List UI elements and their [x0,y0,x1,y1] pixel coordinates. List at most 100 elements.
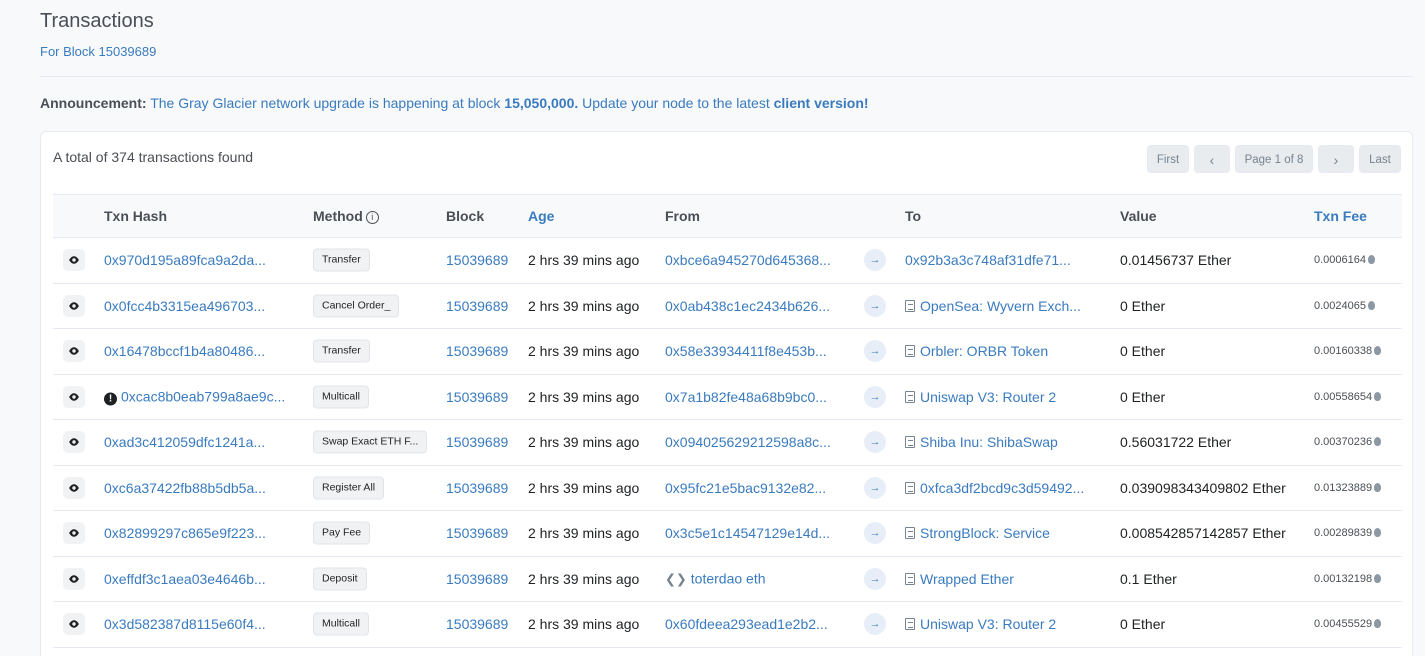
eye-icon[interactable] [63,340,85,363]
from-cell: 0x3c5e1c14547129e14d... [665,525,830,541]
from-address[interactable]: toterdao eth [691,570,766,586]
txn-hash-link[interactable]: 0x16478bccf1b4a80486... [104,343,265,359]
table-row: 0xeffdf3c1aea03e4646b... Deposit 15039689 2… [53,557,1402,602]
gas-drop-icon[interactable] [1374,573,1382,583]
first-page-button[interactable]: First [1147,145,1189,173]
to-address[interactable]: Uniswap V3: Router 2 [920,616,1056,632]
gas-drop-icon[interactable] [1368,255,1375,265]
age-text: 2 hrs 39 mins ago [528,479,640,496]
gas-drop-icon[interactable] [1374,482,1382,492]
gas-drop-icon[interactable] [1374,437,1382,447]
to-address[interactable]: Wrapped Ether [920,571,1014,587]
gas-drop-icon[interactable] [1374,619,1382,629]
block-link[interactable]: 15039689 [446,252,508,268]
txn-hash-cell: 0xc6a37422fb88b5db5a... [104,480,266,496]
client-version-link[interactable]: client version! [774,95,869,111]
page-subtitle[interactable]: For Block 15039689 [40,44,156,60]
txn-fee-text: 0.00160338 [1314,345,1373,358]
value-text: 0.56031722 Ether [1120,434,1232,451]
txn-hash-cell: 0xad3c412059dfc1241a... [104,434,265,450]
eye-icon[interactable] [63,522,85,545]
col-txn-fee[interactable]: Txn Fee [1314,208,1367,224]
block-link[interactable]: 15039689 [446,343,508,359]
to-address[interactable]: Shiba Inu: ShibaSwap [920,434,1058,450]
value-text: 0 Ether [1120,616,1166,633]
to-cell: Wrapped Ether [905,571,1014,587]
method-badge: Pay Fee [313,521,371,545]
to-cell: OpenSea: Wyvern Exch... [905,298,1081,314]
from-cell: ❮❯ toterdao eth [665,570,766,587]
to-address[interactable]: Uniswap V3: Router 2 [920,389,1056,405]
block-link[interactable]: 15039689 [446,298,508,314]
eye-icon[interactable] [63,567,85,590]
txn-hash-link[interactable]: 0x3d582387d8115e60f4... [104,616,266,632]
eye-icon[interactable] [63,476,85,499]
table-row: 0xc6a37422fb88b5db5a... Register All 15039… [53,466,1402,511]
gas-drop-icon[interactable] [1368,300,1375,310]
txn-fee-cell: 0.00370236 [1314,436,1382,448]
txn-fee-cell: 0.0024065 [1314,300,1375,312]
gas-drop-icon[interactable] [1374,528,1382,538]
age-text: 2 hrs 39 mins ago [528,616,640,633]
value-text: 0 Ether [1120,343,1166,360]
block-link[interactable]: 15039689 [446,616,508,632]
announcement-block: 15,050,000. [504,95,579,111]
method-badge: Multicall [313,385,369,409]
txn-hash-link[interactable]: 0xcac8b0eab799a8ae9c... [121,388,285,404]
eye-icon[interactable] [63,431,85,454]
from-address[interactable]: 0x0ab438c1ec2434b626... [665,298,830,314]
age-text: 2 hrs 39 mins ago [528,388,640,405]
to-address[interactable]: 0x92b3a3c748af31dfe71... [905,252,1071,268]
prev-page-button[interactable]: ‹ [1194,145,1230,173]
eye-icon[interactable] [63,385,85,408]
from-address[interactable]: 0x094025629212598a8c... [665,434,831,450]
txn-fee-text: 0.00132198 [1314,572,1373,585]
from-address[interactable]: 0x7a1b82fe48a68b9bc0... [665,389,827,405]
age-text: 2 hrs 39 mins ago [528,343,640,360]
txn-hash-link[interactable]: 0x0fcc4b3315ea496703... [104,298,265,314]
txn-hash-link[interactable]: 0xad3c412059dfc1241a... [104,434,265,450]
col-from: From [665,208,700,224]
gas-drop-icon[interactable] [1374,391,1382,401]
eye-icon[interactable] [63,249,85,272]
to-address[interactable]: OpenSea: Wyvern Exch... [920,298,1081,314]
block-link[interactable]: 15039689 [446,571,508,587]
col-to: To [905,208,922,224]
arrow-right-icon: → [864,613,886,636]
from-cell: 0x60fdeea293ead1e2b2... [665,616,828,632]
to-address[interactable]: 0xfca3df2bcd9c3d59492... [920,480,1084,496]
txn-fee-cell: 0.00132198 [1314,572,1382,585]
page-header: Transactions For Block 15039689 [40,8,156,60]
block-link[interactable]: 15039689 [446,525,508,541]
txn-hash-link[interactable]: 0x970d195a89fca9a2da... [104,252,266,268]
from-address[interactable]: 0xbce6a945270d645368... [665,252,831,268]
next-page-button[interactable]: › [1318,145,1354,173]
txn-hash-link[interactable]: 0xc6a37422fb88b5db5a... [104,480,266,496]
txn-hash-link[interactable]: 0x82899297c865e9f223... [104,525,266,541]
txn-hash-cell: 0x82899297c865e9f223... [104,525,266,541]
from-address[interactable]: 0x58e33934411f8e453b... [665,343,827,359]
value-text: 0.01456737 Ether [1120,252,1232,269]
col-age[interactable]: Age [528,208,554,224]
gas-drop-icon[interactable] [1374,346,1382,356]
table-row: 0x16478bccf1b4a80486... Transfer 15039689 2… [53,329,1402,375]
arrow-right-icon: → [864,476,886,499]
to-address[interactable]: Orbler: ORBR Token [920,343,1048,359]
from-address[interactable]: 0x3c5e1c14547129e14d... [665,525,830,541]
from-address[interactable]: 0x95fc21e5bac9132e82... [665,480,826,496]
txn-fee-text: 0.01323889 [1314,481,1373,494]
age-text: 2 hrs 39 mins ago [528,252,640,269]
to-address[interactable]: StrongBlock: Service [920,525,1050,541]
to-cell: Uniswap V3: Router 2 [905,616,1056,632]
from-cell: 0x7a1b82fe48a68b9bc0... [665,389,827,405]
block-link[interactable]: 15039689 [446,389,508,405]
arrow-right-icon: → [864,340,886,363]
block-link[interactable]: 15039689 [446,480,508,496]
from-address[interactable]: 0x60fdeea293ead1e2b2... [665,616,828,632]
info-circle-icon[interactable]: i [365,211,379,224]
last-page-button[interactable]: Last [1359,145,1401,173]
eye-icon[interactable] [63,613,85,636]
eye-icon[interactable] [63,294,85,317]
block-link[interactable]: 15039689 [446,434,508,450]
txn-hash-link[interactable]: 0xeffdf3c1aea03e4646b... [104,571,266,587]
